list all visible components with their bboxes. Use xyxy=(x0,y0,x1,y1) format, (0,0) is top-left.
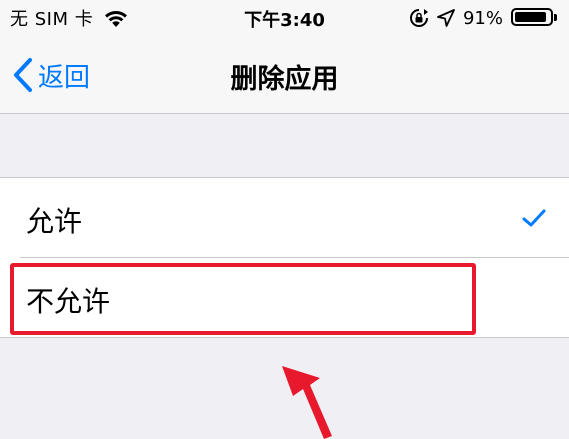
navigation-bar: 返回 删除应用 xyxy=(0,37,569,114)
option-label: 不允许 xyxy=(26,285,111,318)
battery-body xyxy=(511,8,553,26)
annotation-arrow xyxy=(282,366,332,439)
location-icon xyxy=(437,9,455,27)
battery-icon xyxy=(511,7,559,29)
status-bar: 无 SIM 卡 下午3:40 91% xyxy=(0,0,569,37)
lock-rotation-icon xyxy=(410,9,428,27)
checkmark-icon xyxy=(522,209,546,227)
option-allow[interactable]: 允许 xyxy=(0,178,569,258)
page-title: 删除应用 xyxy=(230,64,339,95)
status-right: 91% xyxy=(409,6,559,30)
battery-percent: 91% xyxy=(462,7,503,29)
option-disallow[interactable]: 不允许 xyxy=(0,258,569,338)
battery-cap xyxy=(554,14,557,21)
option-list: 允许 不允许 xyxy=(0,177,569,338)
option-label: 允许 xyxy=(26,205,83,238)
battery-fill xyxy=(515,12,546,22)
